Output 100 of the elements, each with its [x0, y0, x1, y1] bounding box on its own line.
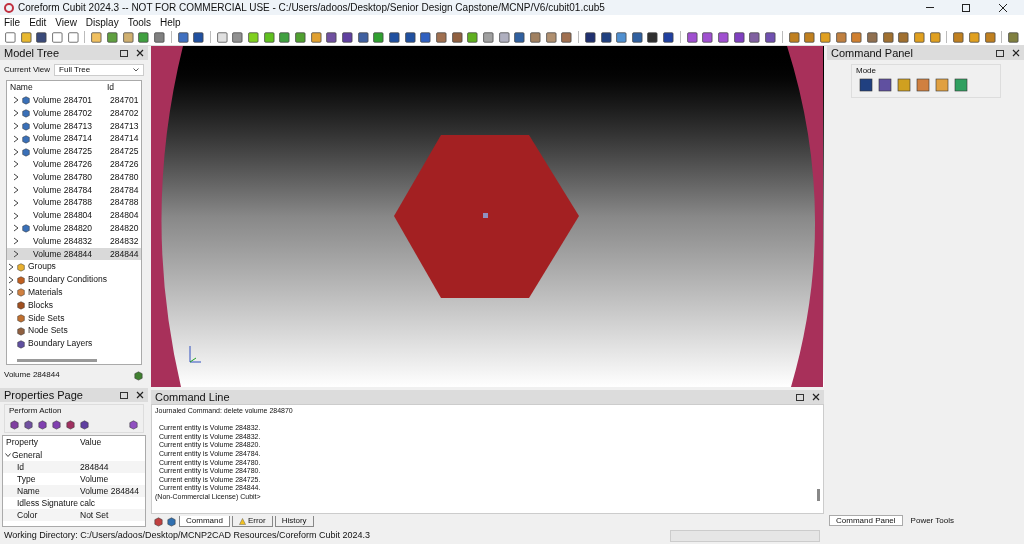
tree-item-id: 284820 [110, 222, 140, 235]
tree-row[interactable]: Volume 284784 284784 [7, 183, 141, 197]
action-icon [51, 419, 62, 430]
property-name: Id [17, 460, 26, 474]
close-button[interactable] [998, 2, 1008, 13]
tree-item-label: Node Sets [28, 324, 68, 338]
tree-item-id: 284714 [110, 132, 140, 146]
tree-item-label: Volume 284788 [33, 196, 94, 210]
chevron-icon[interactable] [8, 262, 14, 271]
panel-title: Command Line [155, 389, 231, 405]
tree-row[interactable]: Materials [7, 285, 141, 299]
console-tab[interactable]: Error [231, 516, 273, 527]
tree-item-id: 284701 [110, 94, 140, 107]
panel-title: Command Panel [831, 45, 914, 61]
menu-item[interactable]: File [4, 14, 21, 30]
center-marker [483, 213, 488, 218]
tree-item-label: Volume 284726 [33, 158, 94, 171]
section-label: General [12, 448, 43, 462]
property-name: Idless Signature [17, 496, 79, 510]
tree-item-id: 284788 [110, 196, 140, 210]
chevron-icon[interactable] [8, 288, 14, 297]
tree-row[interactable]: Boundary Layers [7, 337, 141, 350]
close-icon[interactable] [136, 49, 144, 57]
app-logo-icon [4, 2, 14, 13]
property-name: Type [17, 472, 37, 486]
tree-row[interactable]: Boundary Conditions [7, 273, 141, 286]
tree-item-label: Volume 284701 [33, 94, 94, 107]
tree-row[interactable]: Volume 284726 284726 [7, 158, 141, 171]
tree-row[interactable]: Volume 284725 284725 [7, 145, 141, 158]
perform-action-label: Perform Action [9, 405, 63, 417]
mode-icon[interactable] [877, 77, 893, 93]
current-view-label: Current View [4, 64, 51, 76]
close-icon[interactable] [812, 393, 820, 401]
tree-item-label: Volume 284702 [33, 106, 94, 120]
tree-row[interactable]: Volume 284702 284702 [7, 106, 141, 120]
mode-icon[interactable] [858, 77, 874, 93]
menu-item[interactable]: Display [85, 14, 119, 30]
tree-row[interactable]: Blocks [7, 298, 141, 312]
tree-item-label: Materials [28, 285, 63, 299]
mode-icon[interactable] [953, 77, 969, 93]
tree-row[interactable]: Volume 284713 284713 [7, 119, 141, 133]
scrollbar[interactable] [817, 489, 820, 501]
tree-item-label: Volume 284804 [33, 209, 94, 222]
float-icon[interactable] [796, 393, 804, 401]
restore-button[interactable] [962, 3, 970, 12]
tree-item-label: Volume 284784 [33, 183, 94, 197]
property-name: Color [17, 508, 39, 522]
float-icon[interactable] [120, 49, 128, 57]
tree-item-id: 284804 [110, 209, 140, 222]
tree-item-label: Groups [28, 260, 56, 274]
caret-icon [133, 68, 139, 72]
tree-item-label: Volume 284832 [33, 234, 94, 248]
3d-viewport[interactable] [151, 46, 824, 387]
menu-item[interactable]: Edit [29, 14, 47, 30]
panel-tab[interactable]: Command Panel [829, 515, 903, 526]
tree-item-id: 284780 [110, 170, 140, 184]
console-tab[interactable]: History [274, 516, 314, 527]
float-icon[interactable] [120, 391, 128, 399]
column-header: Name [10, 81, 34, 94]
property-value: 284844 [80, 460, 109, 474]
tree-item-label: Volume 284780 [33, 170, 94, 184]
close-icon[interactable] [136, 391, 144, 399]
tree-item-label: Volume 284713 [33, 119, 94, 133]
property-name: Name [17, 484, 41, 498]
tree-item-label: Side Sets [28, 311, 65, 325]
tree-row[interactable]: Groups [7, 260, 141, 274]
menu-item[interactable]: Tools [127, 14, 151, 30]
tree-row[interactable]: Volume 284701 284701 [7, 94, 141, 107]
status-text: Working Directory: C:/Users/adoos/Desktop/MCNP2CAD Resources/Coreform Cubit 2024.3 [4, 528, 371, 542]
mode-label: Mode [856, 65, 877, 77]
tree-row[interactable]: Side Sets [7, 311, 141, 325]
tree-row[interactable]: Volume 284804 284804 [7, 209, 141, 222]
tree-row[interactable]: Volume 284780 284780 [7, 170, 141, 184]
property-value: Volume [80, 472, 109, 486]
chevron-icon[interactable] [8, 275, 14, 284]
action-icon [79, 419, 90, 430]
tree-row[interactable]: Volume 284714 284714 [7, 132, 141, 146]
mode-icon[interactable] [915, 77, 931, 93]
menu-item[interactable]: View [55, 14, 77, 30]
console-tab[interactable]: Command [179, 516, 230, 527]
float-icon[interactable] [996, 49, 1004, 57]
action-icon [23, 419, 34, 430]
close-icon[interactable] [1012, 49, 1020, 57]
tree-item-label: Volume 284725 [33, 145, 94, 158]
menu-item[interactable]: Help [160, 14, 181, 30]
column-header: Id [107, 81, 116, 94]
current-view-dropdown[interactable]: Full Tree [54, 64, 144, 76]
scrollbar[interactable] [17, 359, 97, 362]
tree-row[interactable]: Volume 284820 284820 [7, 221, 141, 235]
tree-item-label: Boundary Layers [28, 337, 93, 350]
tree-item-label: Volume 284820 [33, 222, 94, 235]
tree-row[interactable]: Volume 284832 284832 [7, 234, 141, 248]
property-value: Not Set [80, 508, 109, 522]
tree-row[interactable]: Node Sets [7, 324, 141, 338]
panel-tab[interactable]: Power Tools [904, 515, 961, 526]
tree-item-id: 284725 [110, 145, 140, 158]
tree-item-label: Blocks [28, 298, 54, 312]
tree-row[interactable]: Volume 284844 284844 [7, 247, 141, 261]
tree-row[interactable]: Volume 284788 284788 [7, 196, 141, 210]
section-row[interactable]: General [3, 449, 145, 461]
